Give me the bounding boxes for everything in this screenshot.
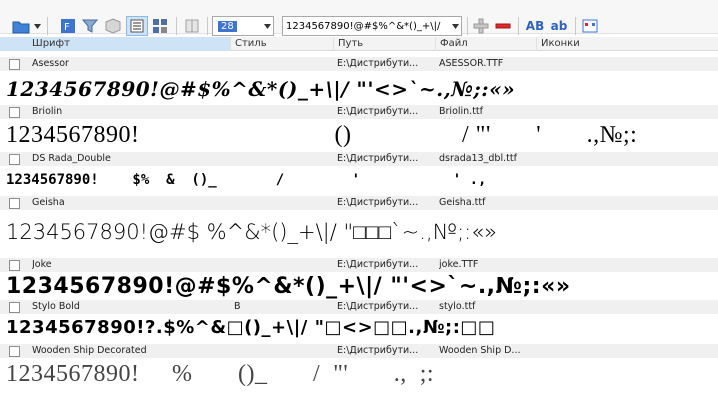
book-icon: [185, 19, 199, 33]
font-style: [234, 196, 332, 210]
cube-button[interactable]: [103, 16, 123, 36]
font-style: B: [234, 301, 241, 312]
column-icons[interactable]: Иконки: [536, 37, 718, 51]
font-style: [234, 105, 332, 119]
font-info-button[interactable]: F: [58, 16, 78, 36]
font-path: E:\Дистрибути...: [337, 153, 419, 164]
font-path: E:\Дистрибути...: [337, 345, 419, 356]
font-name: Briolin: [32, 106, 63, 117]
font-sample: 1234567890! () / "' ' .,№;:: [6, 122, 638, 148]
font-row-header[interactable]: Joke E:\Дистрибути... joke.TTF: [0, 258, 718, 272]
font-file: Wooden Ship D...: [439, 345, 521, 356]
font-checkbox[interactable]: [9, 198, 20, 209]
sample-text-value[interactable]: 1234567890!@#$%^&*()_+\|/: [283, 21, 449, 32]
font-row-header[interactable]: Briolin E:\Дистрибути... Briolin.ttf: [0, 105, 718, 119]
chevron-down-icon[interactable]: [449, 17, 461, 35]
font-path: E:\Дистрибути...: [337, 106, 419, 117]
font-checkbox[interactable]: [9, 260, 20, 271]
font-checkbox[interactable]: [9, 302, 20, 313]
font-row-header[interactable]: Asessor E:\Дистрибути... ASESSOR.TTF: [0, 57, 718, 71]
chevron-down-icon: [33, 23, 41, 29]
font-file: dsrada13_dbl.ttf: [439, 153, 517, 164]
font-file: stylo.ttf: [439, 301, 476, 312]
toolbar: F 28 1234567890!@#$%^&*()_+\|/ AB ab: [0, 0, 718, 36]
character-map-button[interactable]: [580, 16, 600, 36]
font-style: [234, 57, 332, 71]
font-file: Briolin.ttf: [439, 106, 483, 117]
font-style: [234, 152, 332, 166]
column-style[interactable]: Стиль: [230, 37, 333, 51]
font-size-value: 28: [218, 20, 237, 32]
minus-icon: [495, 23, 511, 29]
cube-icon: [105, 18, 121, 34]
svg-text:F: F: [64, 22, 70, 33]
column-header: Шрифт Стиль Путь Файл Иконки: [0, 37, 718, 51]
open-folder-dropdown[interactable]: [32, 16, 42, 36]
folder-icon: [12, 21, 30, 34]
font-checkbox[interactable]: [9, 346, 20, 357]
font-name: Asessor: [32, 58, 69, 69]
lowercase-button[interactable]: ab: [548, 16, 570, 36]
add-button[interactable]: [471, 16, 491, 36]
grid-view-button[interactable]: [150, 16, 170, 36]
font-file: ASESSOR.TTF: [439, 58, 504, 69]
font-row-header[interactable]: Wooden Ship Decorated E:\Дистрибути... W…: [0, 344, 718, 358]
font-name: Joke: [32, 259, 52, 270]
font-name: DS Rada_Double: [32, 153, 111, 164]
font-sample: 1234567890!?.$%^&□()_+\|/ "□<>□□.,№;:□□: [6, 317, 496, 338]
font-file: joke.TTF: [439, 259, 479, 270]
filter-icon: [82, 19, 98, 33]
font-file: Geisha.ttf: [439, 197, 486, 208]
grid-view-icon: [153, 19, 167, 33]
uppercase-label: AB: [525, 19, 545, 33]
lowercase-label: ab: [550, 19, 568, 33]
preview-button[interactable]: [182, 16, 202, 36]
column-file[interactable]: Файл: [435, 37, 536, 51]
font-checkbox[interactable]: [9, 59, 20, 70]
font-sample: 1234567890!@#$ %^&*()_+\|/ "□□□`~.,№;:«»: [6, 220, 497, 244]
filter-button[interactable]: [80, 16, 100, 36]
font-checkbox[interactable]: [9, 107, 20, 118]
font-path: E:\Дистрибути...: [337, 197, 419, 208]
remove-button[interactable]: [493, 16, 513, 36]
font-sample: 1234567890!@#$%^&*()_+\|/ "'<>`~.,№;:«»: [6, 274, 571, 299]
font-path: E:\Дистрибути...: [337, 301, 419, 312]
list-view-icon: [130, 19, 144, 33]
character-map-icon: [582, 19, 598, 33]
font-sample: 1234567890! % ()_ / "' ., ;:: [6, 361, 435, 387]
font-sample: 1234567890!@#$%^&*()_+\|/ "'<>`~.,№;:«»: [6, 77, 516, 101]
font-checkbox[interactable]: [9, 154, 20, 165]
open-folder-button[interactable]: [10, 16, 32, 36]
uppercase-button[interactable]: AB: [524, 16, 546, 36]
font-sample: 1234567890! $% & ()_ / ' ' .,: [6, 172, 487, 188]
chevron-down-icon[interactable]: [261, 17, 273, 35]
column-font[interactable]: Шрифт: [0, 37, 230, 51]
font-style: [234, 258, 332, 272]
sample-text-select[interactable]: 1234567890!@#$%^&*()_+\|/: [282, 16, 462, 36]
column-path[interactable]: Путь: [333, 37, 435, 51]
font-path: E:\Дистрибути...: [337, 259, 419, 270]
font-size-select[interactable]: 28: [212, 16, 274, 36]
plus-icon: [473, 18, 489, 34]
font-info-icon: F: [61, 19, 75, 33]
font-name: Wooden Ship Decorated: [32, 345, 147, 356]
list-view-button[interactable]: [126, 16, 148, 36]
font-row-header[interactable]: DS Rada_Double E:\Дистрибути... dsrada13…: [0, 152, 718, 166]
font-row-header[interactable]: Geisha E:\Дистрибути... Geisha.ttf: [0, 196, 718, 210]
font-style: [234, 344, 332, 358]
font-name: Geisha: [32, 197, 65, 208]
font-row-header[interactable]: Stylo Bold B E:\Дистрибути... stylo.ttf: [0, 300, 718, 314]
font-name: Stylo Bold: [32, 301, 80, 312]
font-path: E:\Дистрибути...: [337, 58, 419, 69]
